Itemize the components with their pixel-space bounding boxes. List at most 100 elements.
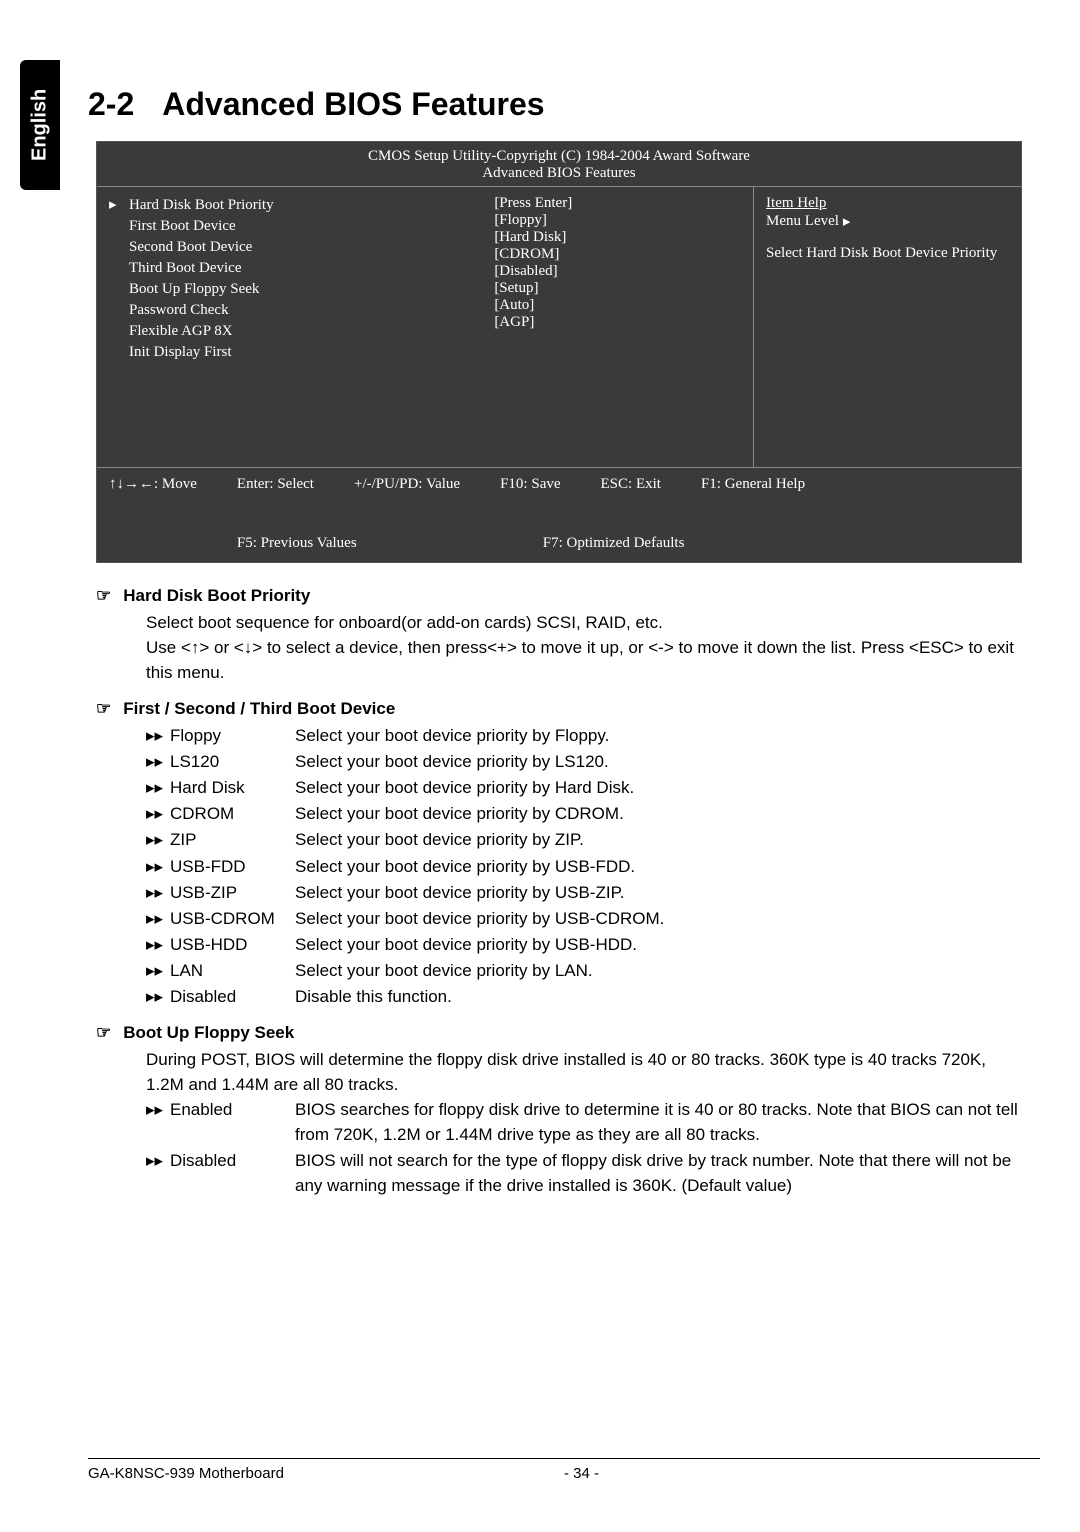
option-list: ▸▸FloppySelect your boot device priority… — [146, 723, 1022, 1010]
bios-item-value: [Floppy] — [494, 212, 753, 229]
bios-item: Init Display First — [109, 342, 482, 363]
option-row: ▸▸CDROMSelect your boot device priority … — [146, 801, 1022, 826]
option-desc: Select your boot device priority by Flop… — [295, 723, 1022, 748]
bios-item-label: First Boot Device — [129, 216, 236, 237]
bios-item-value: [Setup] — [494, 280, 753, 297]
option-desc: Select your boot device priority by USB-… — [295, 906, 1022, 931]
double-arrow-icon: ▸▸ — [146, 827, 170, 852]
option-row: ▸▸DisabledDisable this function. — [146, 984, 1022, 1009]
double-arrow-icon: ▸▸ — [146, 749, 170, 774]
option-row: ▸▸USB-HDDSelect your boot device priorit… — [146, 932, 1022, 957]
double-arrow-icon: ▸▸ — [146, 984, 170, 1009]
option-name: LS120 — [170, 749, 295, 774]
double-arrow-icon: ▸▸ — [146, 958, 170, 983]
paragraph: During POST, BIOS will determine the flo… — [146, 1047, 1022, 1097]
bios-item: Boot Up Floppy Seek — [109, 279, 482, 300]
option-row: ▸▸FloppySelect your boot device priority… — [146, 723, 1022, 748]
bios-item-label: Password Check — [129, 300, 229, 321]
heading-title: Advanced BIOS Features — [162, 86, 544, 123]
option-name: ZIP — [170, 827, 295, 852]
bios-item: Password Check — [109, 300, 482, 321]
bios-subtitle: Advanced BIOS Features — [97, 165, 1021, 182]
option-desc: Select your boot device priority by LAN. — [295, 958, 1022, 983]
option-name: Disabled — [170, 1148, 295, 1173]
item-help-title: Item Help — [766, 195, 1009, 212]
section-title: Boot Up Floppy Seek — [123, 1020, 294, 1045]
option-name: USB-FDD — [170, 854, 295, 879]
bios-item-label: Hard Disk Boot Priority — [129, 195, 274, 216]
double-arrow-icon: ▸▸ — [146, 723, 170, 748]
paragraph: Select boot sequence for onboard(or add-… — [146, 610, 1022, 635]
bios-item-label: Second Boot Device — [129, 237, 252, 258]
bios-item: ▸ Hard Disk Boot Priority — [109, 195, 482, 216]
option-name: USB-HDD — [170, 932, 295, 957]
option-desc: BIOS searches for floppy disk drive to d… — [295, 1097, 1022, 1147]
double-arrow-icon: ▸▸ — [146, 854, 170, 879]
option-name: Disabled — [170, 984, 295, 1009]
double-arrow-icon: ▸▸ — [146, 1148, 170, 1173]
section-title: Hard Disk Boot Priority — [123, 583, 310, 608]
footer-help: F1: General Help — [701, 476, 805, 493]
option-row: ▸▸DisabledBIOS will not search for the t… — [146, 1148, 1022, 1198]
section-hard-disk-boot: ☞ Hard Disk Boot Priority Select boot se… — [96, 583, 1022, 686]
section-body: Select boot sequence for onboard(or add-… — [146, 610, 1022, 685]
pointer-icon: ▸ — [109, 195, 121, 216]
bios-left-column: ▸ Hard Disk Boot Priority First Boot Devi… — [97, 187, 494, 467]
option-desc: Select your boot device priority by USB-… — [295, 932, 1022, 957]
option-list: ▸▸EnabledBIOS searches for floppy disk d… — [146, 1097, 1022, 1199]
option-desc: Select your boot device priority by ZIP. — [295, 827, 1022, 852]
menu-level: Menu Level▸ — [766, 212, 1009, 231]
option-row: ▸▸LANSelect your boot device priority by… — [146, 958, 1022, 983]
help-text: Select Hard Disk Boot Device Priority — [766, 245, 1009, 262]
section-boot-device: ☞ First / Second / Third Boot Device ▸▸F… — [96, 696, 1022, 1010]
option-name: Enabled — [170, 1097, 295, 1122]
bios-item: Second Boot Device — [109, 237, 482, 258]
bios-item-label: Third Boot Device — [129, 258, 241, 279]
footer-enter: Enter: Select — [237, 476, 314, 493]
footer-page-number: - 34 - — [564, 1465, 1040, 1482]
option-name: Hard Disk — [170, 775, 295, 800]
bios-item-label: Boot Up Floppy Seek — [129, 279, 259, 300]
explanations: ☞ Hard Disk Boot Priority Select boot se… — [96, 583, 1022, 1199]
option-desc: BIOS will not search for the type of flo… — [295, 1148, 1022, 1198]
bios-footer: ↑↓→←: Move Enter: Select +/-/PU/PD: Valu… — [97, 467, 1021, 562]
bios-item-label: Flexible AGP 8X — [129, 321, 233, 342]
option-desc: Select your boot device priority by Hard… — [295, 775, 1022, 800]
bios-item: First Boot Device — [109, 216, 482, 237]
bios-item-value: [Disabled] — [494, 263, 753, 280]
footer-motherboard: GA-K8NSC-939 Motherboard — [88, 1465, 564, 1482]
option-row: ▸▸Hard DiskSelect your boot device prior… — [146, 775, 1022, 800]
footer-save: F10: Save — [500, 476, 560, 493]
bios-item-value: [CDROM] — [494, 246, 753, 263]
footer-move: ↑↓→←: Move — [109, 476, 197, 493]
bios-item-value: [Auto] — [494, 297, 753, 314]
option-desc: Disable this function. — [295, 984, 1022, 1009]
option-row: ▸▸USB-FDDSelect your boot device priorit… — [146, 854, 1022, 879]
option-row: ▸▸EnabledBIOS searches for floppy disk d… — [146, 1097, 1022, 1147]
hand-pointer-icon: ☞ — [96, 1020, 111, 1045]
double-arrow-icon: ▸▸ — [146, 1097, 170, 1122]
language-tab: English — [20, 60, 60, 190]
bios-item-label: Init Display First — [129, 342, 232, 363]
option-row: ▸▸LS120Select your boot device priority … — [146, 749, 1022, 774]
option-name: USB-ZIP — [170, 880, 295, 905]
section-boot-up-floppy: ☞ Boot Up Floppy Seek During POST, BIOS … — [96, 1020, 1022, 1199]
option-desc: Select your boot device priority by CDRO… — [295, 801, 1022, 826]
double-arrow-icon: ▸▸ — [146, 932, 170, 957]
option-desc: Select your boot device priority by LS12… — [295, 749, 1022, 774]
double-arrow-icon: ▸▸ — [146, 801, 170, 826]
chevron-right-icon: ▸ — [843, 212, 851, 231]
double-arrow-icon: ▸▸ — [146, 775, 170, 800]
footer-defaults: F7: Optimized Defaults — [543, 535, 685, 552]
section-title: First / Second / Third Boot Device — [123, 696, 395, 721]
paragraph: Use <↑> or <↓> to select a device, then … — [146, 635, 1022, 685]
section-heading: 2-2 Advanced BIOS Features — [88, 86, 1040, 123]
bios-body: ▸ Hard Disk Boot Priority First Boot Devi… — [97, 187, 1021, 467]
bios-help-column: Item Help Menu Level▸ Select Hard Disk B… — [753, 187, 1021, 467]
hand-pointer-icon: ☞ — [96, 583, 111, 608]
footer-value: +/-/PU/PD: Value — [354, 476, 460, 493]
menu-level-label: Menu Level — [766, 213, 839, 230]
bios-item: Third Boot Device — [109, 258, 482, 279]
option-name: LAN — [170, 958, 295, 983]
option-row: ▸▸ZIPSelect your boot device priority by… — [146, 827, 1022, 852]
